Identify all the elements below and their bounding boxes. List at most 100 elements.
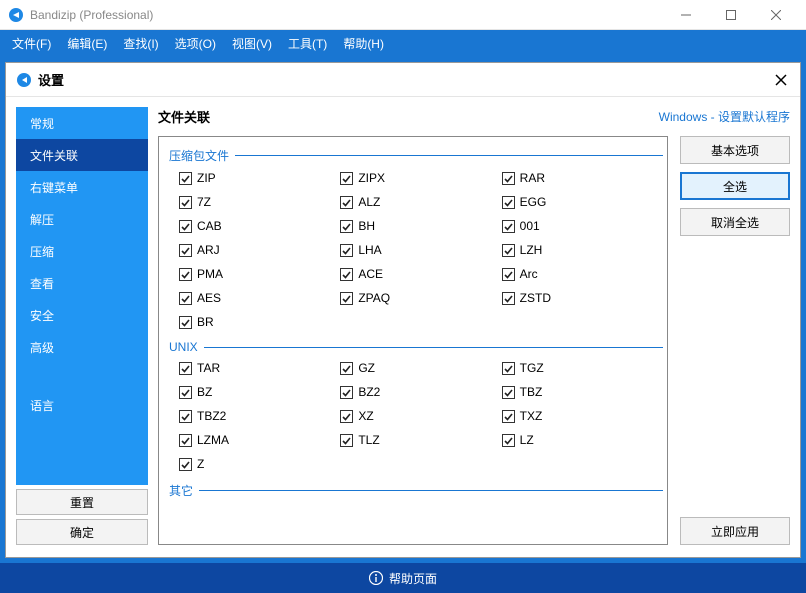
checkbox-ace[interactable]: ACE [340,264,501,284]
sidebar-item-5[interactable]: 查看 [16,267,148,299]
sidebar-item-2[interactable]: 右键菜单 [16,171,148,203]
apply-button[interactable]: 立即应用 [680,517,790,545]
maximize-button[interactable] [708,0,753,30]
checkbox-label: LZMA [197,433,229,447]
check-icon [179,316,192,329]
checkbox-label: Z [197,457,204,471]
checkbox-bh[interactable]: BH [340,216,501,236]
check-icon [179,292,192,305]
sidebar-item-6[interactable]: 安全 [16,299,148,331]
sidebar-item-language[interactable]: 语言 [16,389,148,421]
checkbox-001[interactable]: 001 [502,216,663,236]
check-icon [340,410,353,423]
sidebar-item-4[interactable]: 压缩 [16,235,148,267]
association-panel[interactable]: 压缩包文件 ZIP ZIPX RAR 7Z ALZ EGG CAB BH 001 ARJLHA LZH… [158,136,668,545]
checkbox-br[interactable]: BR [179,312,340,332]
check-icon [340,220,353,233]
sidebar-item-3[interactable]: 解压 [16,203,148,235]
sidebar-item-1[interactable]: 文件关联 [16,139,148,171]
check-icon [502,172,515,185]
settings-dialog: 设置 常规文件关联右键菜单解压压缩查看安全高级语言 重置 确定 文件关联 Win… [5,62,801,558]
checkbox-z[interactable]: Z [179,454,340,474]
basic-options-button[interactable]: 基本选项 [680,136,790,164]
checkbox-arj[interactable]: ARJ [179,240,340,260]
checkbox-tgz[interactable]: TGZ [502,358,663,378]
windows-default-link[interactable]: Windows - 设置默认程序 [659,108,790,125]
group-label-0: 压缩包文件 [169,147,663,164]
checkbox-lz[interactable]: LZ [502,430,663,450]
checkbox-bz[interactable]: BZ [179,382,340,402]
dialog-title: 设置 [38,70,772,89]
checkbox-label: BR [197,315,214,329]
help-link[interactable]: 帮助页面 [389,570,437,587]
side-buttons: 基本选项 全选 取消全选 立即应用 [680,136,790,545]
checkbox-zpaq[interactable]: ZPAQ [340,288,501,308]
checkbox-label: RAR [520,171,545,185]
menu-item-6[interactable]: 帮助(H) [335,35,392,52]
check-icon [179,220,192,233]
checkbox-label: TBZ2 [197,409,226,423]
check-icon [502,410,515,423]
checkbox-label: CAB [197,219,222,233]
menu-item-0[interactable]: 文件(F) [4,35,59,52]
sidebar-item-7[interactable]: 高级 [16,331,148,363]
checkbox-alz[interactable]: ALZ [340,192,501,212]
menu-item-2[interactable]: 查找(I) [115,35,166,52]
checkbox-tbz[interactable]: TBZ [502,382,663,402]
checkbox-7z[interactable]: 7Z [179,192,340,212]
checkbox-zstd[interactable]: ZSTD [502,288,663,308]
checkbox-label: LZH [520,243,543,257]
checkbox-label: ZIP [197,171,216,185]
checkbox-gz[interactable]: GZ [340,358,501,378]
checkbox-cab[interactable]: CAB [179,216,340,236]
checkbox-bz2[interactable]: BZ2 [340,382,501,402]
check-icon [502,220,515,233]
checkbox-label: ALZ [358,195,380,209]
main-area: 设置 常规文件关联右键菜单解压压缩查看安全高级语言 重置 确定 文件关联 Win… [0,57,806,563]
checkbox-tar[interactable]: TAR [179,358,340,378]
checkbox-aes[interactable]: AES [179,288,340,308]
checkbox-arc[interactable]: Arc [502,264,663,284]
menu-item-1[interactable]: 编辑(E) [59,35,115,52]
check-icon [502,268,515,281]
check-icon [179,434,192,447]
checkbox-tbz2[interactable]: TBZ2 [179,406,340,426]
checkbox-label: 001 [520,219,540,233]
checkbox-label: Arc [520,267,538,281]
menu-item-5[interactable]: 工具(T) [280,35,335,52]
checkbox-label: ZIPX [358,171,385,185]
check-icon [340,434,353,447]
deselect-all-button[interactable]: 取消全选 [680,208,790,236]
check-icon [340,172,353,185]
checkbox-label: PMA [197,267,223,281]
check-icon [179,386,192,399]
checkbox-lha[interactable]: LHA [340,240,501,260]
checkbox-label: EGG [520,195,547,209]
settings-icon [16,72,32,88]
checkbox-lzh[interactable]: LZH [502,240,663,260]
checkbox-tlz[interactable]: TLZ [340,430,501,450]
close-button[interactable] [753,0,798,30]
checkbox-label: TLZ [358,433,379,447]
checkbox-lzma[interactable]: LZMA [179,430,340,450]
checkbox-label: BH [358,219,375,233]
checkbox-pma[interactable]: PMA [179,264,340,284]
checkbox-xz[interactable]: XZ [340,406,501,426]
checkbox-txz[interactable]: TXZ [502,406,663,426]
menu-item-3[interactable]: 选项(O) [167,35,224,52]
reset-button[interactable]: 重置 [16,489,148,515]
menu-item-4[interactable]: 视图(V) [224,35,280,52]
dialog-close-button[interactable] [772,71,790,89]
titlebar: Bandizip (Professional) [0,0,806,30]
checkbox-zipx[interactable]: ZIPX [340,168,501,188]
sidebar-item-0[interactable]: 常规 [16,107,148,139]
footer: 帮助页面 [0,563,806,593]
checkbox-rar[interactable]: RAR [502,168,663,188]
ok-button[interactable]: 确定 [16,519,148,545]
select-all-button[interactable]: 全选 [680,172,790,200]
check-icon [502,434,515,447]
checkbox-zip[interactable]: ZIP [179,168,340,188]
check-icon [502,292,515,305]
checkbox-egg[interactable]: EGG [502,192,663,212]
minimize-button[interactable] [663,0,708,30]
